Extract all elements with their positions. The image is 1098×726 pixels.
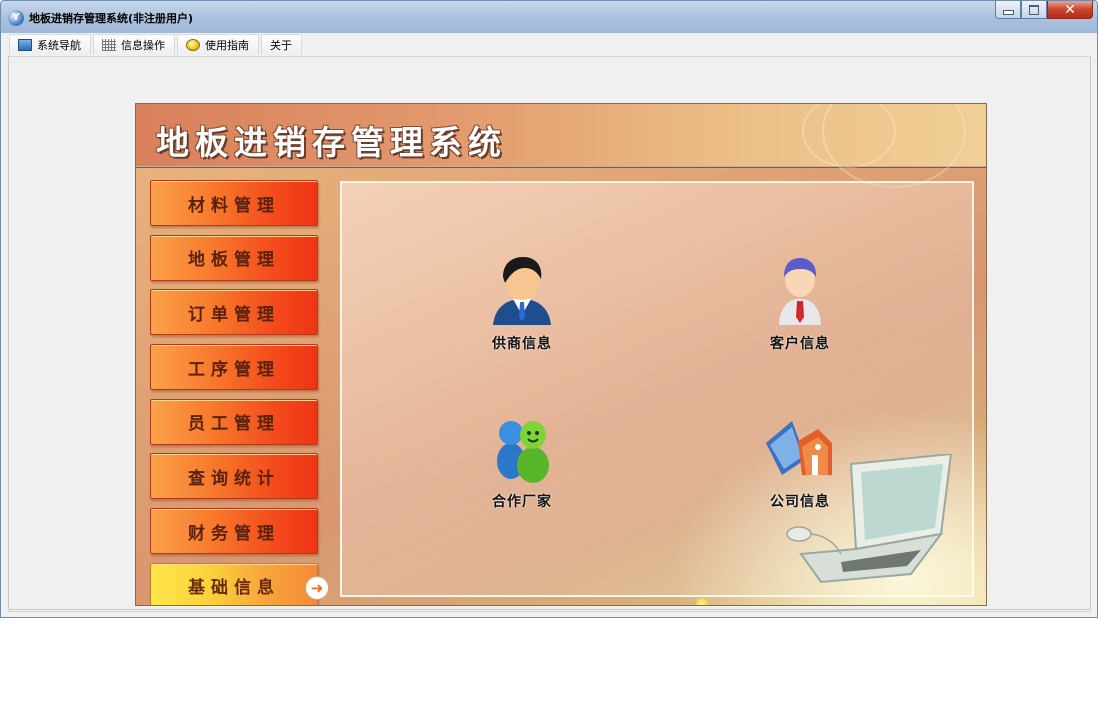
customer-person-icon bbox=[779, 258, 821, 325]
sidebar-item-label: 员工管理 bbox=[188, 414, 280, 435]
sidebar-item-label: 材料管理 bbox=[188, 195, 280, 216]
close-icon: ✕ bbox=[1064, 1, 1076, 18]
minimize-button[interactable] bbox=[995, 1, 1021, 19]
menu-bar: 系统导航 信息操作 使用指南 关于 bbox=[9, 34, 304, 55]
sidebar-item-finance[interactable]: 财务管理 bbox=[150, 508, 318, 555]
menu-about-label: 关于 bbox=[270, 39, 292, 52]
menu-info-ops-label: 信息操作 bbox=[121, 39, 165, 52]
tile-partner-factory[interactable]: 合作厂家 bbox=[467, 413, 577, 511]
close-button[interactable]: ✕ bbox=[1047, 1, 1093, 19]
arrow-right-icon: ➜ bbox=[305, 575, 329, 600]
content-area: 供商信息 客户信息 合作厂家 公司信息 bbox=[340, 181, 986, 605]
sidebar-item-label: 基础信息 bbox=[188, 578, 280, 599]
tile-label: 客户信息 bbox=[770, 336, 830, 352]
sidebar-item-processes[interactable]: 工序管理 bbox=[150, 344, 318, 391]
restore-icon bbox=[1029, 4, 1039, 15]
status-divider bbox=[8, 611, 1091, 612]
app-window: Y 地板进销存管理系统(非注册用户) ✕ 系统导航 信息操作 使用指南 关于 地… bbox=[0, 0, 1098, 618]
grid-icon bbox=[102, 39, 116, 51]
laptop-decoration-icon bbox=[786, 454, 953, 584]
main-panel: 地板进销存管理系统 材料管理 地板管理 订单管理 工序管理 员工管理 查询统计 … bbox=[135, 103, 987, 606]
sidebar-item-label: 订单管理 bbox=[188, 304, 280, 325]
sidebar-item-staff[interactable]: 员工管理 bbox=[150, 398, 318, 445]
sidebar-item-label: 查询统计 bbox=[188, 468, 280, 489]
tile-customer-info[interactable]: 客户信息 bbox=[745, 255, 855, 353]
app-logo-icon: Y bbox=[8, 10, 24, 26]
title-bar[interactable]: Y 地板进销存管理系统(非注册用户) ✕ bbox=[1, 1, 1097, 33]
window-title: 地板进销存管理系统(非注册用户) bbox=[29, 12, 194, 25]
sidebar-item-label: 财务管理 bbox=[188, 523, 280, 544]
window-controls: ✕ bbox=[995, 1, 1093, 20]
sidebar-item-materials[interactable]: 材料管理 bbox=[150, 180, 318, 226]
panel-header: 地板进销存管理系统 bbox=[136, 104, 986, 188]
partner-factory-icon bbox=[497, 421, 549, 483]
tile-supplier-info[interactable]: 供商信息 bbox=[467, 255, 577, 353]
tile-label: 合作厂家 bbox=[492, 494, 552, 510]
sidebar: 材料管理 地板管理 订单管理 工序管理 员工管理 查询统计 财务管理 基础信息 … bbox=[150, 180, 329, 605]
nav-icon bbox=[18, 39, 32, 51]
menu-about[interactable]: 关于 bbox=[261, 34, 302, 55]
minimize-icon bbox=[1002, 10, 1014, 15]
menu-info-ops[interactable]: 信息操作 bbox=[93, 34, 175, 55]
decorative-dot bbox=[696, 598, 708, 605]
sidebar-item-basic-info[interactable]: 基础信息 ➜ bbox=[150, 562, 329, 605]
menu-user-guide-label: 使用指南 bbox=[205, 39, 249, 52]
page-title: 地板进销存管理系统 bbox=[156, 123, 507, 162]
help-icon bbox=[186, 39, 200, 51]
menu-user-guide[interactable]: 使用指南 bbox=[177, 34, 259, 55]
tile-label: 供商信息 bbox=[492, 336, 552, 352]
sidebar-item-label: 工序管理 bbox=[188, 359, 280, 380]
sidebar-item-flooring[interactable]: 地板管理 bbox=[150, 234, 318, 281]
sidebar-item-label: 地板管理 bbox=[188, 250, 280, 271]
sidebar-item-orders[interactable]: 订单管理 bbox=[150, 289, 318, 336]
supplier-person-icon bbox=[493, 257, 551, 325]
menu-system-nav[interactable]: 系统导航 bbox=[9, 34, 91, 55]
menu-system-nav-label: 系统导航 bbox=[37, 39, 81, 52]
maximize-button[interactable] bbox=[1021, 1, 1047, 19]
sidebar-item-query-stats[interactable]: 查询统计 bbox=[150, 453, 318, 500]
